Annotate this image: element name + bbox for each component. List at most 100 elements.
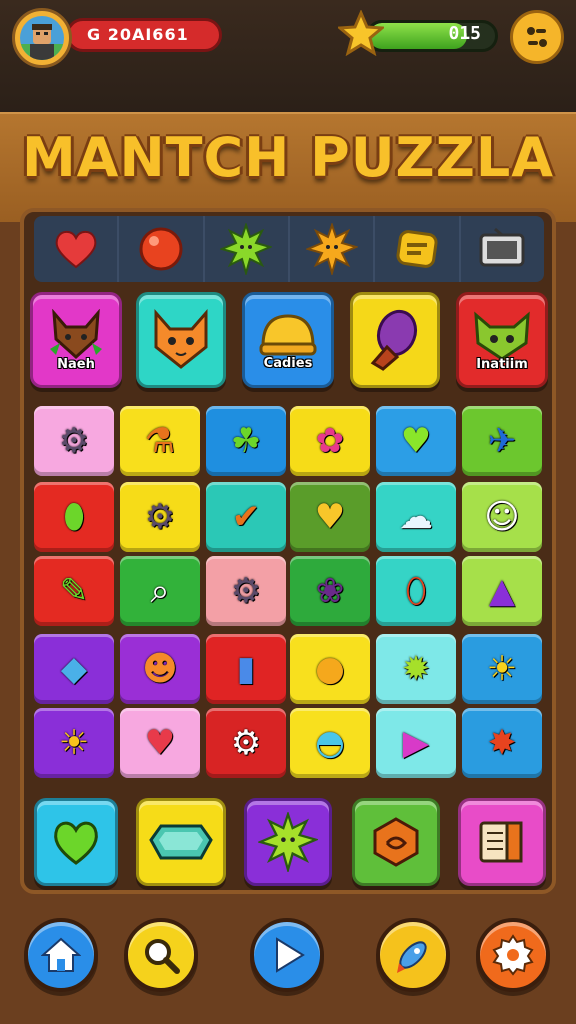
grid-tile[interactable]: ❀: [290, 556, 370, 626]
blue-bottle-icon: ▮: [236, 649, 256, 689]
menu-button[interactable]: [510, 10, 564, 64]
brown-fox-icon: [50, 308, 102, 359]
top-item[interactable]: [375, 216, 461, 282]
pink-robot-icon: ⚙: [58, 421, 90, 461]
grid-tile[interactable]: ⚙: [120, 482, 200, 552]
grid-tile[interactable]: ✸: [462, 708, 542, 778]
top-item[interactable]: [34, 216, 120, 282]
ghost-icon: ☺: [484, 497, 520, 537]
grid-tile[interactable]: ⌕: [120, 556, 200, 626]
sun-icon: ☀: [58, 723, 90, 763]
card[interactable]: Inatiim: [456, 292, 548, 388]
green-monster-icon: [474, 311, 530, 361]
green-leaf-icon: ☘: [230, 421, 262, 461]
grid-tile[interactable]: ✔: [206, 482, 286, 552]
grid-tile[interactable]: ♥: [290, 482, 370, 552]
home-button[interactable]: [24, 918, 98, 992]
bottom-card[interactable]: [352, 798, 440, 886]
boost-button[interactable]: [376, 918, 450, 992]
orange-emblem-icon: [373, 817, 419, 867]
star-icon: [336, 9, 386, 57]
grid-tile[interactable]: ☘: [206, 406, 286, 476]
bottom-card[interactable]: [34, 798, 118, 886]
grid-tile[interactable]: ◓: [290, 708, 370, 778]
orange-cat-icon: [154, 309, 208, 369]
green-sun-icon: ✹: [401, 649, 431, 689]
orange-fox-icon: ☻: [142, 649, 178, 689]
green-heart-icon: ♥: [400, 421, 432, 461]
yellow-helmet-icon: [259, 313, 317, 355]
purple-drop-icon: ▲: [488, 571, 516, 611]
progress-value: 015: [448, 23, 481, 44]
pink-robot-icon: ⚙: [230, 571, 262, 611]
top-item[interactable]: [119, 216, 205, 282]
grid-tile[interactable]: ☺: [462, 482, 542, 552]
top-item[interactable]: [461, 216, 544, 282]
grid-tile[interactable]: ✈: [462, 406, 542, 476]
game-title: MANTCH PUZZLA: [21, 126, 555, 189]
play-arrow-icon: ▶: [402, 723, 430, 763]
magnifier-icon: ⌕: [150, 571, 170, 611]
card[interactable]: Naeh: [30, 292, 122, 388]
green-heart-icon: [54, 821, 98, 865]
pink-robot-icon: ⚙: [144, 497, 176, 537]
grid-tile[interactable]: ⚗: [120, 406, 200, 476]
gear-icon: [492, 934, 534, 976]
grid-tile[interactable]: ☁: [376, 482, 456, 552]
teal-gem-icon: [149, 824, 213, 860]
grid-tile[interactable]: ♥: [120, 708, 200, 778]
top-item[interactable]: [290, 216, 376, 282]
rocket-icon: [397, 941, 427, 973]
top-item[interactable]: [205, 216, 290, 282]
lollipop-icon: ●: [315, 649, 345, 689]
grid-tile[interactable]: ☀: [462, 634, 542, 704]
blue-plane-icon: ✈: [487, 421, 517, 461]
pen-icon: ✎: [59, 571, 89, 611]
play-button[interactable]: [250, 918, 324, 992]
card[interactable]: [136, 292, 226, 388]
grid-tile[interactable]: ☻: [120, 634, 200, 704]
heart-icon: [55, 230, 97, 269]
pink-blob-icon: ✿: [315, 421, 345, 461]
grid-tile[interactable]: ⚙: [34, 406, 114, 476]
bottom-card[interactable]: [458, 798, 546, 886]
search-button[interactable]: [124, 918, 198, 992]
grid-tile[interactable]: ✹: [376, 634, 456, 704]
settings-button[interactable]: [476, 918, 550, 992]
purple-bug-icon: ❀: [315, 571, 345, 611]
grid-tile[interactable]: ▮: [206, 634, 286, 704]
menu-dots-icon: [527, 27, 547, 47]
bottom-card[interactable]: [244, 798, 332, 886]
bottom-card[interactable]: [136, 798, 226, 886]
gear-flower-icon: ⚙: [230, 723, 262, 763]
bottom-nav: [0, 900, 576, 1024]
player-name: G 20AI661: [87, 25, 189, 44]
card-label: Cadies: [263, 355, 313, 371]
grid-tile[interactable]: ♥: [376, 406, 456, 476]
cloud-icon: ☁: [399, 497, 433, 537]
card[interactable]: [350, 292, 440, 388]
grid-tile[interactable]: ▶: [376, 708, 456, 778]
player-name-pill[interactable]: G 20AI661: [66, 18, 222, 52]
grid-tile[interactable]: ⬮: [34, 482, 114, 552]
blue-crystal-icon: ◆: [60, 649, 88, 689]
avatar[interactable]: [12, 8, 72, 68]
vase-icon: ⚗: [144, 421, 176, 461]
grid-tile[interactable]: ⚙: [206, 708, 286, 778]
grid-tile[interactable]: ⬯: [376, 556, 456, 626]
red-bird-icon: ✸: [487, 723, 517, 763]
level-progress-bar: 015: [366, 20, 498, 52]
grid-tile[interactable]: ▲: [462, 556, 542, 626]
sun-face-icon: [305, 223, 358, 275]
green-sun-icon: [258, 812, 318, 872]
search-icon: [145, 939, 180, 974]
grid-tile[interactable]: ⚙: [206, 556, 286, 626]
grid-tile[interactable]: ◆: [34, 634, 114, 704]
grid-tile[interactable]: ✿: [290, 406, 370, 476]
grid-tile[interactable]: ✎: [34, 556, 114, 626]
grid-tile[interactable]: ●: [290, 634, 370, 704]
grid-tile[interactable]: ☀: [34, 708, 114, 778]
sun-face-icon: ☀: [486, 649, 518, 689]
card[interactable]: Cadies: [242, 292, 334, 388]
green-lemon-icon: ⬮: [63, 497, 85, 537]
